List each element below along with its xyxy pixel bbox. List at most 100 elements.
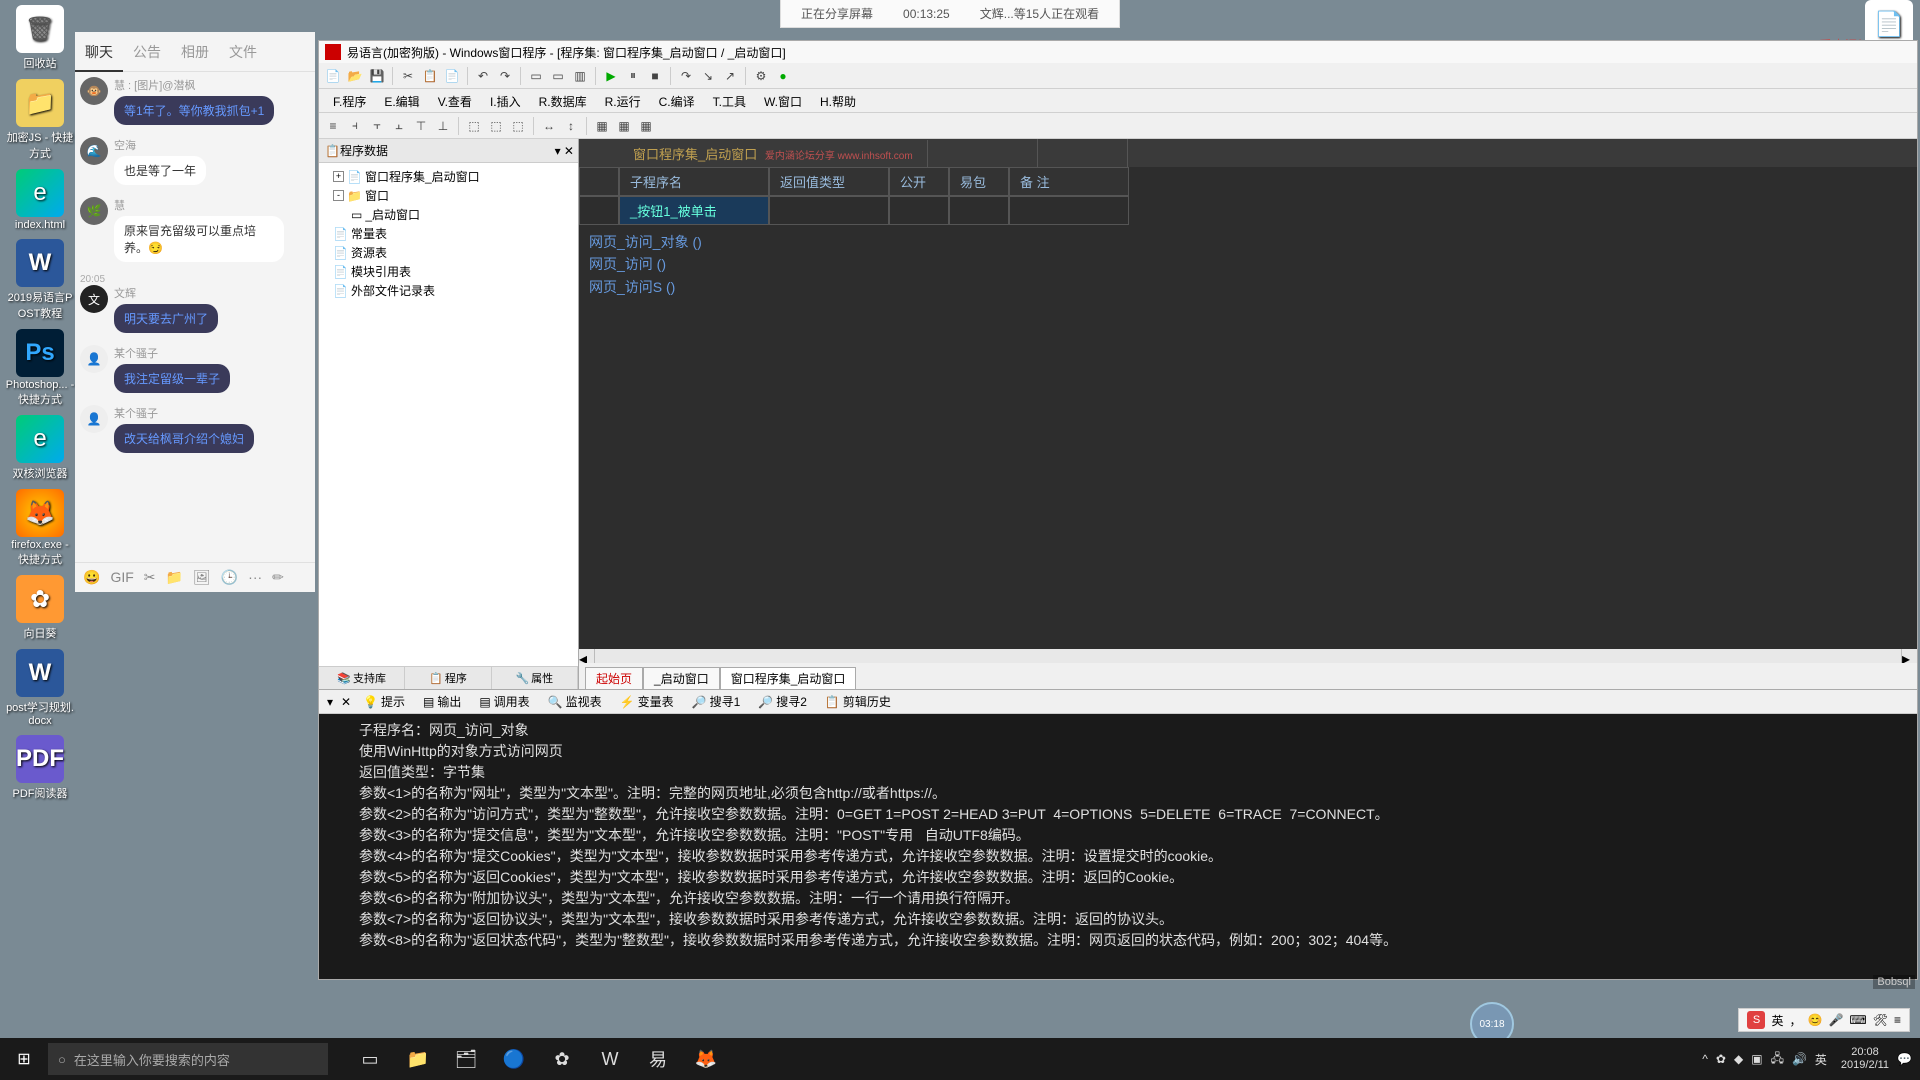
avatar[interactable]: 文 — [80, 285, 108, 313]
code-line[interactable]: 网页_访问_对象 () — [589, 231, 1907, 253]
avatar[interactable]: 🌊 — [80, 137, 108, 165]
sogou-logo-icon[interactable]: S — [1747, 1011, 1765, 1029]
open-icon[interactable]: 📂 — [345, 66, 365, 86]
image-icon[interactable]: 🖼 — [193, 569, 211, 586]
tray-ime-icon[interactable]: 英 — [1815, 1051, 1827, 1068]
desktop-icon-pdf[interactable]: PDFPDF阅读器 — [5, 735, 75, 801]
tray-volume-icon[interactable]: 🔊 — [1792, 1052, 1807, 1066]
files-icon[interactable]: 🗂 — [444, 1038, 488, 1080]
explorer-icon[interactable]: 📁 — [396, 1038, 440, 1080]
menu-compile[interactable]: C.编译 — [651, 91, 703, 110]
redo-icon[interactable]: ↷ — [495, 66, 515, 86]
code-line[interactable]: 网页_访问 () — [589, 253, 1907, 275]
collapse-icon[interactable]: - — [333, 190, 344, 201]
avatar[interactable]: 👤 — [80, 345, 108, 373]
stepin-icon[interactable]: ↘ — [698, 66, 718, 86]
desktop-icon-word1[interactable]: W2019易语言POST教程 — [5, 239, 75, 321]
subroutine-table[interactable]: 子程序名 返回值类型 公开 易包 备 注 _按钮1_被单击 — [579, 167, 1917, 225]
menu-window[interactable]: W.窗口 — [756, 91, 810, 110]
undo-icon[interactable]: ↶ — [473, 66, 493, 86]
tree-node[interactable]: -📁窗口 — [323, 186, 574, 205]
tree-node[interactable]: 📄资源表 — [323, 243, 574, 262]
grid-icon[interactable]: ▦ — [636, 116, 656, 136]
chrome-icon[interactable]: 🔵 — [492, 1038, 536, 1080]
notification-icon[interactable]: 💬 — [1897, 1052, 1912, 1066]
ime-lang[interactable]: 英 — [1771, 1012, 1783, 1029]
menu-database[interactable]: R.数据库 — [531, 91, 595, 110]
cell-subname[interactable]: _按钮1_被单击 — [619, 196, 769, 225]
tray-app-icon[interactable]: ✿ — [1716, 1052, 1726, 1066]
desktop-icon-word2[interactable]: Wpost学习规划.docx — [5, 649, 75, 727]
tab-startwindow[interactable]: _启动窗口 — [643, 667, 720, 689]
grid-icon[interactable]: ▦ — [614, 116, 634, 136]
align-icon[interactable]: ≡ — [323, 116, 343, 136]
desktop-icon-browser[interactable]: e双核浏览器 — [5, 415, 75, 481]
more-icon[interactable]: ··· — [248, 569, 262, 586]
sidebar-tab-program[interactable]: 📋程序 — [405, 667, 491, 689]
form2-icon[interactable]: ▭ — [548, 66, 568, 86]
help-tab-clip[interactable]: 📋剪辑历史 — [817, 691, 899, 712]
align-icon[interactable]: ⫠ — [389, 116, 409, 136]
desktop-icon-folder[interactable]: 📁加密JS - 快捷方式 — [5, 79, 75, 161]
help-content[interactable]: 子程序名：网页_访问_对象 使用WinHttp的对象方式访问网页 返回值类型：字… — [319, 714, 1917, 979]
taskview-icon[interactable]: ▭ — [348, 1038, 392, 1080]
align-icon[interactable]: ⫞ — [345, 116, 365, 136]
desktop-icon-sunflower[interactable]: ✿向日葵 — [5, 575, 75, 641]
ime-menu[interactable]: ≡ — [1894, 1013, 1901, 1027]
stop-icon[interactable]: ■ — [645, 66, 665, 86]
grid-icon[interactable]: ▦ — [592, 116, 612, 136]
tab-programset[interactable]: 窗口程序集_启动窗口 — [720, 667, 857, 689]
size-icon[interactable]: ⬚ — [508, 116, 528, 136]
desktop-icon-firefox[interactable]: 🦊firefox.exe - 快捷方式 — [5, 489, 75, 567]
start-button[interactable]: ⊞ — [0, 1038, 48, 1080]
save-icon[interactable]: 💾 — [367, 66, 387, 86]
chat-tab-file[interactable]: 文件 — [219, 32, 267, 72]
taskbar-clock[interactable]: 20:08 2019/2/11 — [1841, 1046, 1889, 1072]
stepover-icon[interactable]: ↷ — [676, 66, 696, 86]
menu-view[interactable]: V.查看 — [430, 91, 480, 110]
space-icon[interactable]: ↕ — [561, 116, 581, 136]
help-tab-calls[interactable]: ▤调用表 — [471, 691, 537, 712]
expand-icon[interactable]: + — [333, 171, 344, 182]
copy-icon[interactable]: 📋 — [420, 66, 440, 86]
menu-insert[interactable]: I.插入 — [482, 91, 529, 110]
tree-node[interactable]: 📄外部文件记录表 — [323, 281, 574, 300]
desktop-icon-recycle[interactable]: 🗑回收站 — [5, 5, 75, 71]
ime-kb[interactable]: ⌨ — [1849, 1013, 1866, 1027]
stepout-icon[interactable]: ↗ — [720, 66, 740, 86]
scroll-left-icon[interactable]: ◂ — [579, 649, 595, 663]
run-icon[interactable]: ▶ — [601, 66, 621, 86]
menu-run[interactable]: R.运行 — [597, 91, 649, 110]
scissor-icon[interactable]: ✂ — [144, 569, 156, 586]
tray-app-icon[interactable]: ◆ — [1734, 1052, 1743, 1066]
align-icon[interactable]: ⊥ — [433, 116, 453, 136]
align-icon[interactable]: ⊤ — [411, 116, 431, 136]
taskbar-search[interactable]: ○ 在这里输入你要搜索的内容 — [48, 1043, 328, 1075]
word-icon[interactable]: W — [588, 1038, 632, 1080]
code-line[interactable]: 网页_访问S () — [589, 276, 1907, 298]
code-area[interactable]: 网页_访问_对象 () 网页_访问 () 网页_访问S () — [579, 225, 1917, 304]
avatar[interactable]: 🌿 — [80, 197, 108, 225]
program-tree[interactable]: +📄窗口程序集_启动窗口 -📁窗口 ▭_启动窗口 📄常量表 📄资源表 📄模块引用… — [319, 163, 578, 666]
avatar[interactable]: 👤 — [80, 405, 108, 433]
new-icon[interactable]: 📄 — [323, 66, 343, 86]
ime-mic[interactable]: 🎤 — [1828, 1013, 1843, 1027]
firefox-icon[interactable]: 🦊 — [684, 1038, 728, 1080]
gif-icon[interactable]: GIF — [110, 569, 133, 586]
menu-edit[interactable]: E.编辑 — [376, 91, 427, 110]
menu-tools[interactable]: T.工具 — [705, 91, 754, 110]
help-tab-search2[interactable]: 🔎搜寻2 — [750, 691, 815, 712]
desktop-icon-ps[interactable]: PsPhotoshop... - 快捷方式 — [5, 329, 75, 407]
green-icon[interactable]: ● — [773, 66, 793, 86]
folder-icon[interactable]: 📁 — [166, 569, 183, 586]
ime-tool[interactable]: 🛠 — [1873, 1013, 1888, 1027]
align-icon[interactable]: ⫟ — [367, 116, 387, 136]
scroll-right-icon[interactable]: ▸ — [1901, 649, 1917, 663]
tree-node[interactable]: 📄常量表 — [323, 224, 574, 243]
desktop-icon-html[interactable]: eindex.html — [5, 169, 75, 231]
space-icon[interactable]: ↔ — [539, 116, 559, 136]
cut-icon[interactable]: ✂ — [398, 66, 418, 86]
help-tab-search1[interactable]: 🔎搜寻1 — [684, 691, 749, 712]
ime-punct[interactable]: ， — [1790, 1012, 1802, 1029]
ime-emoji[interactable]: 😊 — [1808, 1013, 1823, 1027]
